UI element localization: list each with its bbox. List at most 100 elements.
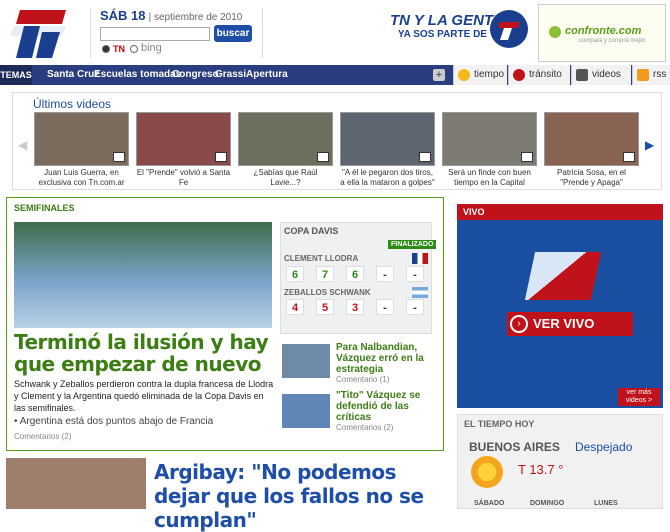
videos-prev-arrow-icon[interactable]: ◀ (18, 138, 27, 152)
confronte-ad[interactable]: confronte.com compará y comprá mejor (538, 4, 666, 62)
nav-tiempo[interactable]: tiempo (453, 65, 507, 85)
nav-link-apertura[interactable]: Apertura (246, 65, 288, 85)
nav-link-grassi[interactable]: Grassi (215, 65, 246, 85)
video-thumbnail[interactable] (136, 112, 231, 166)
comments-link[interactable]: Comentarios (2) (336, 423, 393, 432)
header-divider (90, 8, 91, 58)
match-status-badge: FINALIZADO (388, 240, 437, 249)
set-score: 3 (346, 299, 364, 315)
nav-videos[interactable]: videos (571, 65, 631, 85)
video-caption[interactable]: Juan Luis Guerra, en exclusiva con Tn.co… (34, 168, 129, 188)
related-link[interactable]: • Argentina está dos puntos abajo de Fra… (14, 416, 213, 427)
date-day: SÁB 18 (100, 8, 146, 23)
search-bing-radio[interactable] (130, 45, 138, 53)
video-caption[interactable]: El "Prende" volvió a Santa Fe (136, 168, 231, 188)
date-display: SÁB 18 | septiembre de 2010 (100, 8, 242, 23)
side-story-image[interactable] (282, 394, 330, 428)
video-thumbnail[interactable] (544, 112, 639, 166)
side-story-title[interactable]: Para Nalbandian, Vázquez erró en la estr… (336, 342, 436, 375)
video-caption[interactable]: Patricia Sosa, en el "Prende y Apaga" (544, 168, 639, 188)
weather-condition: Despejado (575, 440, 633, 454)
tn-gente-banner[interactable]: TN Y LA GENTE YA SOS PARTE DE TN (390, 12, 503, 40)
set-score: - (406, 299, 424, 315)
nav-tiempo-label: tiempo (474, 69, 505, 80)
video-icon (576, 69, 588, 81)
ad-subtext: compará y comprá mejor (579, 38, 646, 44)
tn-gente-subtitle: YA SOS PARTE DE TN (397, 29, 504, 40)
set-score: 6 (286, 266, 304, 282)
live-label: VIVO (457, 204, 663, 220)
set-score: 4 (286, 299, 304, 315)
set-score: 5 (316, 299, 334, 315)
section-label: SEMIFINALES (14, 203, 75, 213)
nav-rss-label: rss (653, 69, 667, 80)
tn-gente-badge-icon (490, 10, 528, 48)
tn-mini-logo-icon: TN (113, 44, 125, 54)
set-score: - (406, 266, 424, 282)
video-thumbnail[interactable] (340, 112, 435, 166)
set-score: 7 (316, 266, 334, 282)
set-score: - (376, 266, 394, 282)
temas-label: TEMAS (0, 65, 32, 85)
search-input[interactable] (100, 27, 210, 41)
side-story-image[interactable] (282, 344, 330, 378)
main-summary: Schwank y Zeballos perdieron contra la d… (14, 379, 274, 413)
play-icon (419, 152, 431, 162)
second-story-image[interactable] (6, 458, 146, 509)
search-tn-radio[interactable] (102, 45, 110, 53)
video-thumbnail[interactable] (34, 112, 129, 166)
header-divider (262, 8, 263, 58)
weather-temperature: T 13.7 ° (518, 462, 564, 477)
side-story-title[interactable]: "Tito" Vázquez se defendió de las crític… (336, 390, 436, 423)
set-score: 6 (346, 266, 364, 282)
video-thumbnail[interactable] (442, 112, 537, 166)
video-caption[interactable]: "A él le pegaron dos tiros, a ella la ma… (340, 168, 435, 188)
forecast-day: LUNES (594, 500, 618, 507)
latest-videos-title: Últimos videos (33, 97, 112, 111)
nav-expand-button[interactable]: + (433, 69, 445, 81)
nav-rss[interactable]: rss (632, 65, 670, 85)
main-story-image[interactable] (14, 222, 272, 328)
weather-city: BUENOS AIRES (469, 440, 560, 454)
bing-label: bing (141, 42, 162, 54)
second-headline[interactable]: Argibay: "No podemos dejar que los fallo… (154, 460, 444, 532)
nav-link-santa-cruz[interactable]: Santa Cruz (47, 65, 99, 85)
play-icon (623, 152, 635, 162)
nav-videos-label: videos (592, 69, 621, 80)
weather-title: EL TIEMPO HOY (464, 419, 535, 429)
forecast-day: DOMINGO (530, 500, 565, 507)
play-icon (113, 152, 125, 162)
nav-transito[interactable]: tránsito (508, 65, 570, 85)
play-icon (215, 152, 227, 162)
comments-link[interactable]: Comentario (1) (336, 375, 389, 384)
france-flag-icon (412, 253, 428, 264)
sun-icon (458, 69, 470, 81)
transit-icon (513, 69, 525, 81)
video-caption[interactable]: ¿Sabías que Raúl Lavie...? (238, 168, 333, 188)
main-headline[interactable]: Terminó la ilusión y hay que empezar de … (14, 331, 276, 375)
argentina-flag-icon (412, 287, 428, 298)
sun-icon (471, 456, 503, 488)
tn-logo[interactable] (6, 6, 70, 60)
nav-link-escuelas-tomadas[interactable]: Escuelas tomadas (94, 65, 181, 85)
video-caption[interactable]: Será un finde con buen tiempo en la Capi… (442, 168, 537, 188)
confronte-logo-icon (549, 26, 561, 38)
videos-next-arrow-icon[interactable]: ▶ (645, 138, 654, 152)
video-thumbnail[interactable] (238, 112, 333, 166)
forecast-day: SÁBADO (474, 500, 505, 507)
comments-link[interactable]: Comentarios (2) (14, 432, 71, 441)
player-name: ZEBALLOS SCHWANK (284, 288, 371, 297)
nav-link-congreso[interactable]: Congreso (172, 65, 219, 85)
more-videos-link[interactable]: ver más videos > (618, 388, 660, 406)
chevron-right-icon: › (510, 315, 528, 333)
tn-gente-title: TN Y LA GENTE (390, 12, 504, 29)
date-month-year: | septiembre de 2010 (148, 12, 243, 23)
play-icon (521, 152, 533, 162)
rss-icon (637, 69, 649, 81)
live-tv-panel[interactable] (457, 204, 663, 408)
nav-transito-label: tránsito (529, 69, 562, 80)
scoreboard-title: COPA DAVIS (284, 226, 339, 236)
search-button[interactable]: buscar (214, 25, 252, 42)
player-name: CLEMENT LLODRA (284, 254, 359, 263)
tn-live-logo-icon (524, 252, 602, 300)
